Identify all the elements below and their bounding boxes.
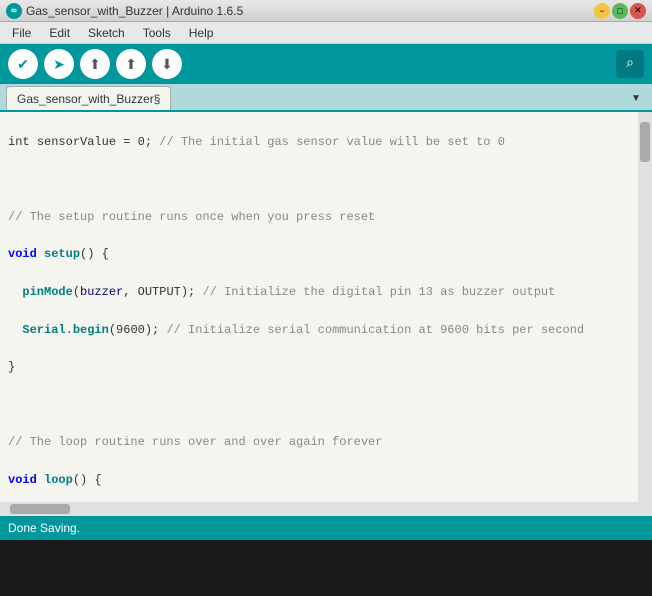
upload-button[interactable]: ➤ xyxy=(44,49,74,79)
app-icon: ∞ xyxy=(6,3,22,19)
title-bar-left: ∞ Gas_sensor_with_Buzzer | Arduino 1.6.5 xyxy=(6,3,243,19)
title-bar: ∞ Gas_sensor_with_Buzzer | Arduino 1.6.5… xyxy=(0,0,652,22)
menu-tools[interactable]: Tools xyxy=(135,24,179,42)
toolbar: ✔ ➤ ⬆ ⬆ ⬇ ⌕ xyxy=(0,44,652,84)
verify-button[interactable]: ✔ xyxy=(8,49,38,79)
new-button[interactable]: ⬆ xyxy=(80,49,110,79)
code-editor[interactable]: int sensorValue = 0; // The initial gas … xyxy=(0,112,638,502)
horizontal-scrollbar-container xyxy=(0,502,652,516)
scrollbar-thumb[interactable] xyxy=(640,122,650,162)
close-button[interactable]: ✕ xyxy=(630,3,646,19)
vertical-scrollbar[interactable] xyxy=(638,112,652,502)
tab-bar: Gas_sensor_with_Buzzer§ ▼ xyxy=(0,84,652,112)
tab-label: Gas_sensor_with_Buzzer§ xyxy=(17,92,160,106)
title-text: Gas_sensor_with_Buzzer | Arduino 1.6.5 xyxy=(26,4,243,18)
menu-bar: File Edit Sketch Tools Help xyxy=(0,22,652,44)
menu-edit[interactable]: Edit xyxy=(41,24,78,42)
active-tab[interactable]: Gas_sensor_with_Buzzer§ xyxy=(6,86,171,110)
search-button[interactable]: ⌕ xyxy=(616,50,644,78)
status-text: Done Saving. xyxy=(8,521,80,535)
bottom-area xyxy=(0,540,652,596)
horizontal-scrollbar[interactable] xyxy=(0,502,638,516)
menu-file[interactable]: File xyxy=(4,24,39,42)
window-controls: − □ ✕ xyxy=(594,3,646,19)
maximize-button[interactable]: □ xyxy=(612,3,628,19)
save-button[interactable]: ⬇ xyxy=(152,49,182,79)
code-container: int sensorValue = 0; // The initial gas … xyxy=(0,112,652,502)
menu-help[interactable]: Help xyxy=(181,24,222,42)
status-bar: Done Saving. xyxy=(0,516,652,540)
tab-dropdown-button[interactable]: ▼ xyxy=(626,86,646,110)
scrollbar-corner xyxy=(638,502,652,516)
horizontal-scrollbar-thumb[interactable] xyxy=(10,504,70,514)
minimize-button[interactable]: − xyxy=(594,3,610,19)
open-button[interactable]: ⬆ xyxy=(116,49,146,79)
menu-sketch[interactable]: Sketch xyxy=(80,24,133,42)
